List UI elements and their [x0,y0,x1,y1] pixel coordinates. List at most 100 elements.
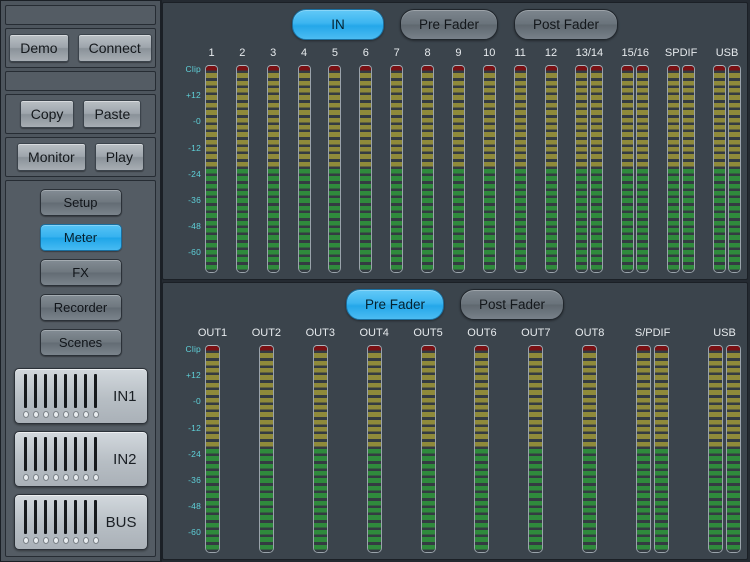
fader-strip [43,437,49,481]
meter-segment [576,228,587,235]
meter-segment [709,383,722,390]
meter-segment [637,523,650,530]
meter-segment [637,81,648,88]
meter-bar-1314-2 [590,65,603,273]
fader-bank-in1[interactable]: IN1 [14,368,148,424]
fader-bank-bus[interactable]: BUS [14,494,148,550]
meter-segment [546,243,557,250]
meter-segment [422,125,433,132]
meter-segment [475,523,488,530]
meter-segment [529,545,542,552]
fader-knob [23,474,29,481]
toggle-pre-fader[interactable]: Pre Fader [400,9,498,40]
paste-button[interactable]: Paste [83,100,141,128]
meter-segment [515,132,526,139]
meter-segment [576,191,587,198]
fader-slot [34,500,37,534]
meter-segment [268,184,279,191]
meter-segment [422,383,435,390]
nav-button-fx[interactable]: FX [40,259,122,286]
fader-strip [63,437,69,481]
toggle-post-fader[interactable]: Post Fader [514,9,618,40]
toggle-in[interactable]: IN [292,9,384,40]
channel-label-USB: USB [713,327,736,339]
connect-button[interactable]: Connect [78,34,152,62]
fader-slot [44,500,47,534]
play-button[interactable]: Play [95,143,144,171]
nav-button-meter[interactable]: Meter [40,224,122,251]
meter-segment [546,81,557,88]
meter-segment [299,95,310,102]
meter-segment [206,471,219,478]
meter-segment [668,162,679,169]
meter-segment [729,73,740,80]
meter-segment [206,265,217,272]
meter-segment [314,346,327,353]
meter-segment [237,110,248,117]
meter-segment [637,265,648,272]
meter-segment [299,250,310,257]
nav-button-setup[interactable]: Setup [40,189,122,216]
meter-segment [314,508,327,515]
meter-segment [329,250,340,257]
meter-segment [206,368,219,375]
meter-segment [453,66,464,73]
meter-segment [529,390,542,397]
toggle-post-fader[interactable]: Post Fader [460,289,564,320]
meter-segment [260,493,273,500]
meter-segment [668,169,679,176]
meter-segment [637,95,648,102]
meter-segment [314,434,327,441]
nav-button-scenes[interactable]: Scenes [40,329,122,356]
meter-segment [475,486,488,493]
meter-segment [683,81,694,88]
meter-segment [391,198,402,205]
meter-segment [529,368,542,375]
copy-button[interactable]: Copy [20,100,75,128]
meter-segment [546,235,557,242]
meter-segment [453,206,464,213]
meter-segment [637,66,648,73]
meter-segment [299,184,310,191]
meter-segment [622,176,633,183]
meter-segment [237,132,248,139]
toggle-pre-fader[interactable]: Pre Fader [346,289,444,320]
fader-slot [64,437,67,471]
meter-segment [529,537,542,544]
fader-slot [44,374,47,408]
sidebar-transport-row: Monitor Play [5,137,156,177]
channel-label-4: 4 [301,47,307,59]
meter-segment [484,198,495,205]
meter-segment [709,449,722,456]
meter-segment [583,449,596,456]
meter-segment [314,449,327,456]
meter-segment [268,228,279,235]
meter-segment [314,427,327,434]
meter-segment [529,449,542,456]
meter-segment [391,228,402,235]
meter-segment [729,154,740,161]
meter-segment [475,353,488,360]
demo-button[interactable]: Demo [9,34,68,62]
meter-segment [727,420,740,427]
meter-segment [314,390,327,397]
meter-segment [583,383,596,390]
nav-button-recorder[interactable]: Recorder [40,294,122,321]
meter-segment [709,478,722,485]
meter-segments [206,346,219,552]
fader-strip [23,500,29,544]
meter-segment [576,162,587,169]
meter-segment [329,95,340,102]
meter-segments [591,66,602,272]
meter-segment [422,206,433,213]
meter-segment [299,132,310,139]
monitor-button[interactable]: Monitor [17,143,86,171]
fader-bank-in2[interactable]: IN2 [14,431,148,487]
meter-segment [453,265,464,272]
meter-segment [583,537,596,544]
meter-segment [729,213,740,220]
meter-segment [683,110,694,117]
meter-segment [206,412,219,419]
meter-segment [206,390,219,397]
meter-segment [729,81,740,88]
